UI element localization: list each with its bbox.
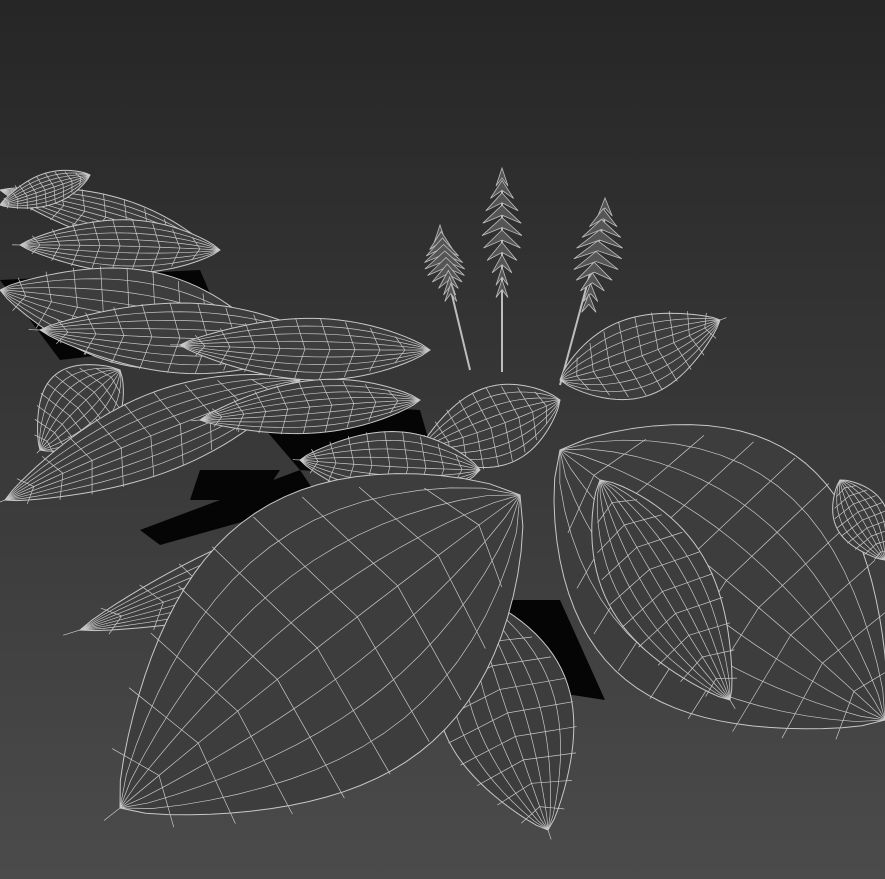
3d-viewport[interactable] — [0, 0, 885, 879]
wireframe-plant-scene — [0, 0, 885, 879]
